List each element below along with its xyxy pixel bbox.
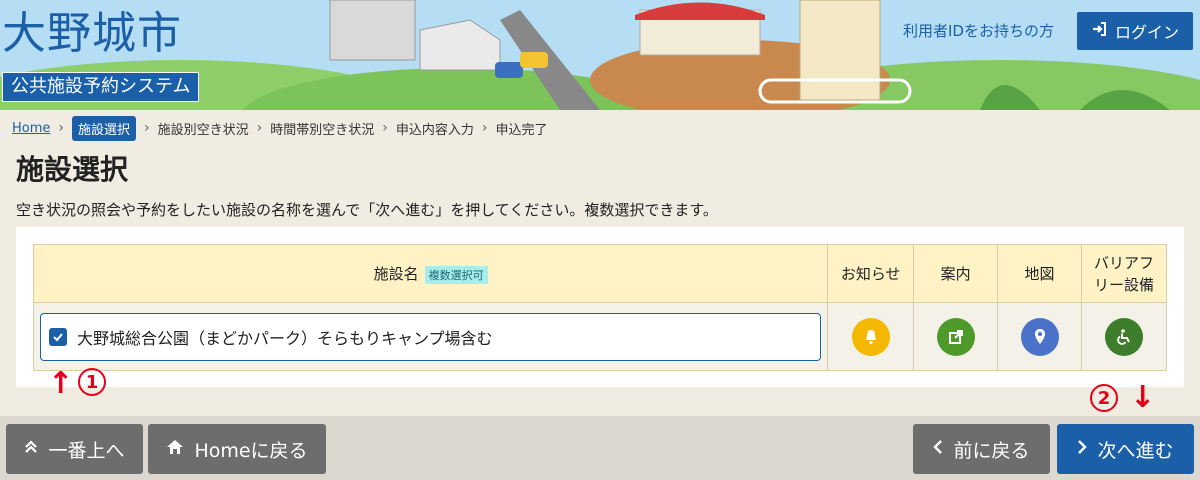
chevron-right-icon: › <box>58 120 64 136</box>
previous-button-label: 前に戻る <box>953 439 1030 462</box>
facility-panel: 施設名 複数選択可 お知らせ 案内 地図 バリアフリー設備 大野城総合公園（まどか… <box>16 227 1184 387</box>
table-header-row: 施設名 複数選択可 お知らせ 案内 地図 バリアフリー設備 <box>32 244 1167 303</box>
guide-cell <box>913 302 999 371</box>
footer-bar: 一番上へ Homeに戻る 前に戻る 次へ進む <box>0 416 1200 480</box>
chevron-right-icon: › <box>382 120 388 136</box>
breadcrumb-step: 申込完了 <box>495 122 548 138</box>
sign-in-icon <box>1091 21 1107 41</box>
facility-cell: 大野城総合公園（まどかパーク）そらもりキャンプ場含む <box>32 302 829 371</box>
bell-icon[interactable] <box>851 317 890 356</box>
home-icon <box>166 438 184 460</box>
wheelchair-icon[interactable] <box>1105 317 1143 356</box>
external-link-icon[interactable] <box>936 317 975 356</box>
barrier-free-cell <box>1081 302 1167 371</box>
facility-name-header: 施設名 複数選択可 <box>32 244 829 303</box>
multi-select-badge: 複数選択可 <box>424 265 488 284</box>
facility-table: 施設名 複数選択可 お知らせ 案内 地図 バリアフリー設備 大野城総合公園（まどか… <box>32 244 1167 371</box>
chevron-right-icon <box>1077 438 1088 460</box>
id-holder-text: 利用者IDをお持ちの方 <box>903 22 1054 40</box>
notice-header: お知らせ <box>827 244 915 303</box>
chevron-left-icon <box>933 438 943 460</box>
header-banner: 大野城市 公共施設予約システム 利用者IDをお持ちの方 ログイン <box>0 0 1200 110</box>
breadcrumb: Home › 施設選択 › 施設別空き状況 › 時間帯別空き状況 › 申込内容入… <box>12 115 548 141</box>
login-label: ログイン <box>1114 23 1179 42</box>
guide-header: 案内 <box>913 244 999 303</box>
facility-select-box[interactable]: 大野城総合公園（まどかパーク）そらもりキャンプ場含む <box>40 312 822 361</box>
map-cell <box>997 302 1083 371</box>
annotation-arrow-up: ↑ <box>48 366 74 401</box>
map-pin-icon[interactable] <box>1020 317 1059 356</box>
breadcrumb-step: 申込内容入力 <box>395 122 474 138</box>
facility-name-header-label: 施設名 <box>373 265 419 283</box>
login-button[interactable]: ログイン <box>1077 12 1193 50</box>
breadcrumb-home-link[interactable]: Home <box>12 121 50 136</box>
map-header: 地図 <box>997 244 1083 303</box>
previous-button[interactable]: 前に戻る <box>913 424 1050 474</box>
back-to-top-button[interactable]: 一番上へ <box>6 424 143 474</box>
page-description: 空き状況の照会や予約をしたい施設の名称を選んで「次へ進む」を押してください。複数… <box>16 201 718 219</box>
page-title: 施設選択 <box>16 153 129 186</box>
next-button-label: 次へ進む <box>1097 439 1174 462</box>
annotation-step-1: 1 <box>78 368 106 396</box>
chevron-right-icon: › <box>256 120 263 136</box>
breadcrumb-step: 時間帯別空き状況 <box>270 122 375 138</box>
barrier-free-header: バリアフリー設備 <box>1081 244 1167 303</box>
chevron-right-icon: › <box>481 120 488 136</box>
home-button-label: Homeに戻る <box>194 439 308 462</box>
home-button[interactable]: Homeに戻る <box>148 424 326 474</box>
annotation-step-2: 2 <box>1090 384 1118 412</box>
facility-name: 大野城総合公園（まどかパーク）そらもりキャンプ場含む <box>77 328 493 348</box>
next-button[interactable]: 次へ進む <box>1057 424 1194 474</box>
system-name: 公共施設予約システム <box>2 72 200 102</box>
breadcrumb-step: 施設別空き状況 <box>157 122 249 138</box>
barrier-free-header-label: バリアフリー設備 <box>1094 253 1155 294</box>
city-name: 大野城市 <box>2 8 182 59</box>
annotation-arrow-down: ↓ <box>1130 380 1156 415</box>
breadcrumb-current: 施設選択 <box>72 115 137 141</box>
facility-checkbox[interactable] <box>49 327 67 346</box>
double-chevron-up-icon <box>24 438 38 460</box>
chevron-right-icon: › <box>144 120 150 136</box>
back-to-top-label: 一番上へ <box>48 439 125 462</box>
table-row: 大野城総合公園（まどかパーク）そらもりキャンプ場含む <box>32 302 1167 371</box>
notice-cell <box>827 302 915 371</box>
